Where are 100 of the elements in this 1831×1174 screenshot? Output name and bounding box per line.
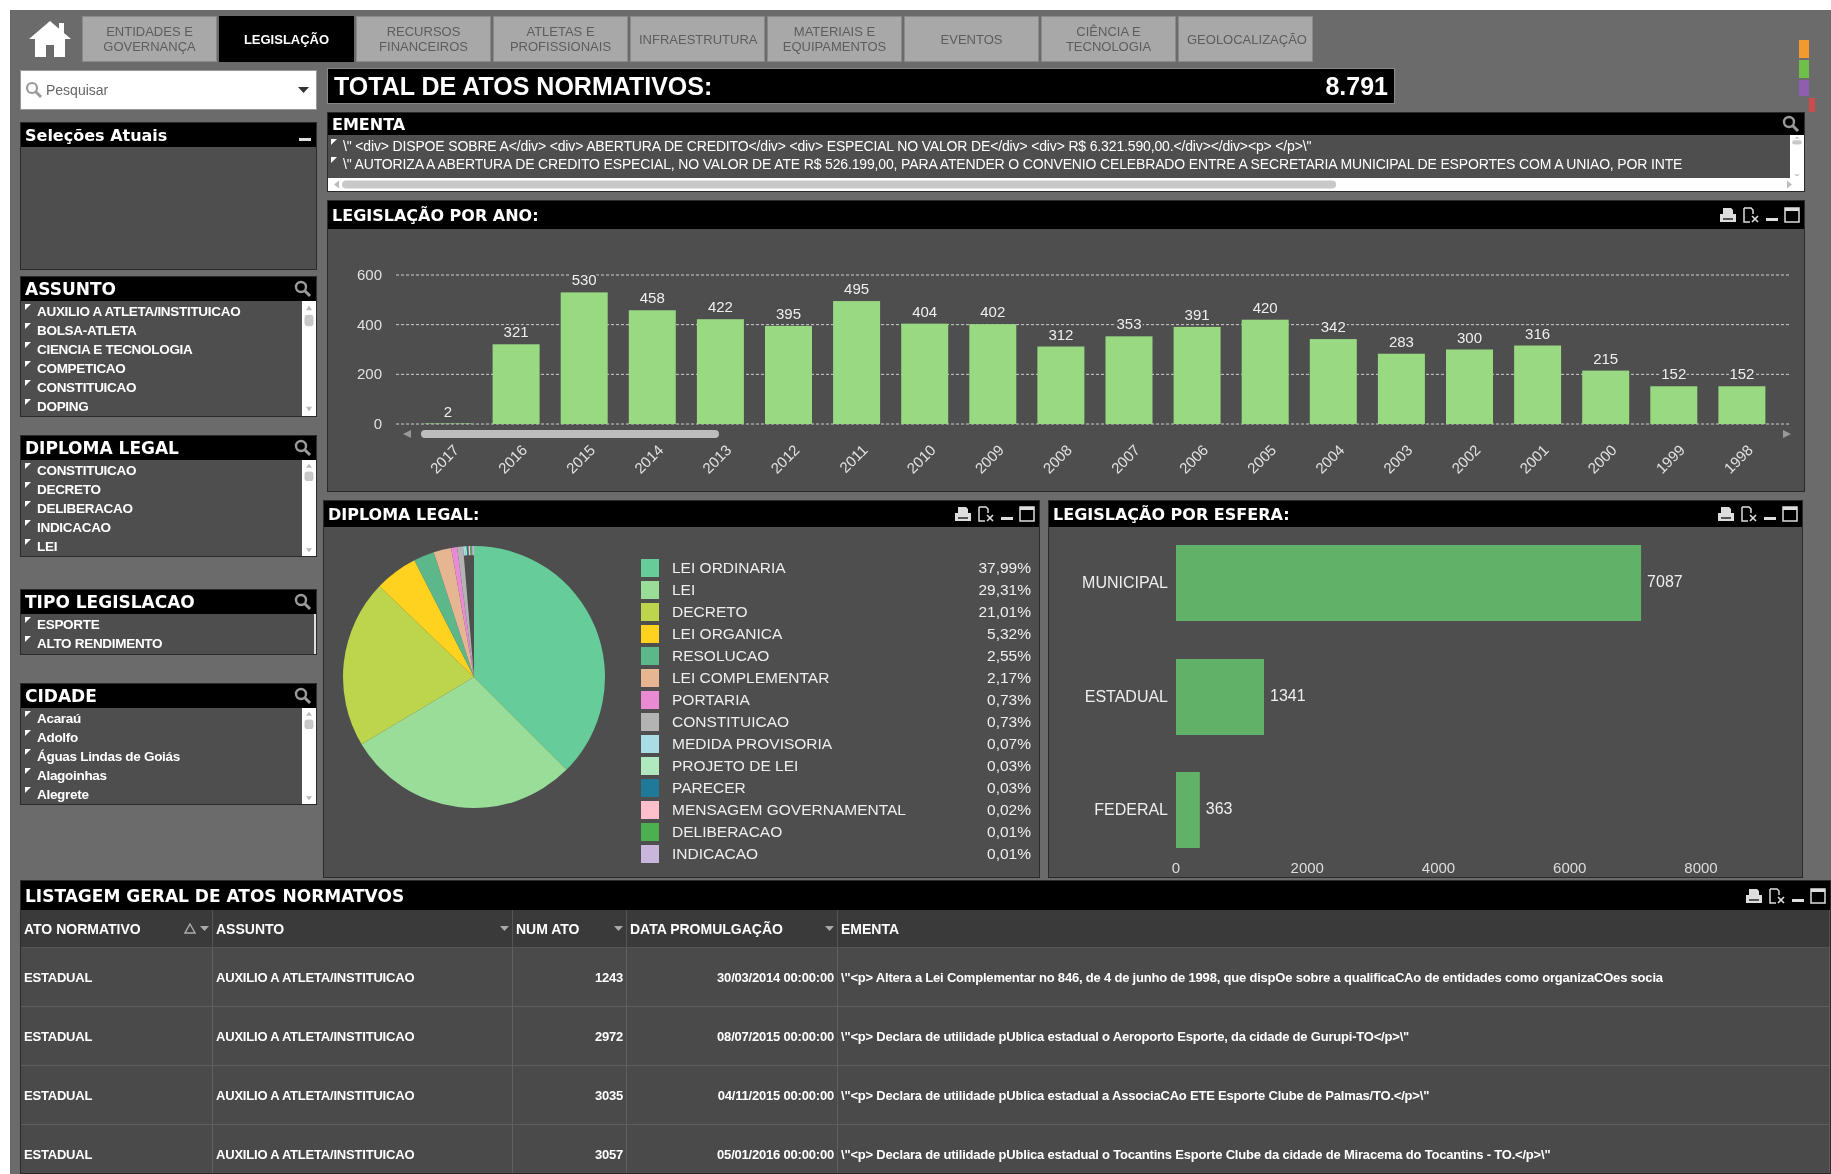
list-item[interactable]: DECRETO <box>37 480 101 499</box>
table-cell: AUXILIO A ATLETA/INSTITUICAO <box>213 1007 513 1066</box>
legend-value: 0,01% <box>987 823 1031 841</box>
legend-value: 29,31% <box>978 581 1031 599</box>
column-header[interactable]: ASSUNTO <box>213 910 513 948</box>
legend-label: LEI COMPLEMENTAR <box>672 669 831 687</box>
table-cell: ESTADUAL <box>21 1007 213 1066</box>
list-item[interactable]: AUXILIO A ATLETA/INSTITUICAO <box>37 302 241 321</box>
column-header[interactable]: NUM ATO <box>513 910 627 948</box>
bar-value: 495 <box>844 280 870 298</box>
list-item[interactable]: Acaraú <box>37 709 81 728</box>
axis-label: 600 <box>356 266 382 283</box>
bar-value: 404 <box>912 302 938 320</box>
list-item[interactable]: ESPORTE <box>37 615 100 634</box>
legend-label: DELIBERACAO <box>672 823 784 841</box>
axis-label: ESTADUAL <box>1084 688 1168 705</box>
search-field[interactable]: Pesquisar <box>20 70 317 110</box>
list-item[interactable]: LEI <box>37 537 58 556</box>
bar-value: 353 <box>1116 315 1142 333</box>
panel-title: EMENTA <box>332 114 407 134</box>
list-item[interactable]: Alegrete <box>37 785 89 804</box>
bar-value: 395 <box>776 304 801 322</box>
list-item[interactable]: INDICACAO <box>37 518 111 537</box>
table-cell: 30/03/2014 00:00:00 <box>627 948 838 1007</box>
bar-value: 283 <box>1388 332 1414 350</box>
column-header[interactable]: DATA PROMULGAÇÃO <box>627 910 838 948</box>
bar-value: 2 <box>443 402 453 420</box>
table-cell: 1243 <box>513 948 627 1007</box>
legend-label: LEI ORDINARIA <box>672 559 787 577</box>
axis-label: 4000 <box>1421 859 1456 876</box>
table-cell: ESTADUAL <box>21 948 213 1007</box>
bar-value: 7087 <box>1647 573 1683 590</box>
table-cell: 04/11/2015 00:00:00 <box>627 1066 838 1125</box>
list-item[interactable]: CIENCIA E TECNOLOGIA <box>37 340 193 359</box>
bar-value: 312 <box>1048 325 1074 343</box>
panel-title: ASSUNTO <box>25 279 117 299</box>
panel-title: Seleções Atuais <box>25 125 169 145</box>
legend-value: 0,03% <box>987 779 1031 797</box>
legend-value: 2,17% <box>987 669 1031 687</box>
bar-value: 316 <box>1525 324 1551 342</box>
legend-label: MEDIDA PROVISORIA <box>672 735 834 753</box>
axis-label: FEDERAL <box>1094 801 1168 818</box>
table-cell: \"<p> Altera a Lei Complementar no 846, de 4 de junho de 1998, que dispOe sobre a qualificaCAo de entidades como organizaCOes socia <box>838 948 1830 1007</box>
legend-value: 0,07% <box>987 735 1031 753</box>
bar-value: 321 <box>503 323 529 341</box>
bar-value: 402 <box>980 303 1006 321</box>
nav-tab[interactable]: LEGISLAÇÃO <box>219 16 354 62</box>
bar-value: 300 <box>1457 328 1482 346</box>
panel-title: LISTAGEM GERAL DE ATOS NORMATVOS <box>25 885 406 906</box>
bar-value: 420 <box>1252 298 1278 316</box>
axis-label: 8000 <box>1684 859 1718 876</box>
axis-label: 2000 <box>1290 859 1324 876</box>
table-cell: AUXILIO A ATLETA/INSTITUICAO <box>213 1125 513 1173</box>
table-cell: \"<p> Declara de utilidade pUblica estadual o Aeroporto Esporte, da cidade de Gurupi-TO</p>\" <box>838 1007 1830 1066</box>
list-item[interactable]: COMPETICAO <box>37 359 126 378</box>
table-cell: ESTADUAL <box>21 1125 213 1173</box>
table-cell: AUXILIO A ATLETA/INSTITUICAO <box>213 1066 513 1125</box>
table-cell: 2972 <box>513 1007 627 1066</box>
axis-label: 6000 <box>1553 859 1587 876</box>
list-item[interactable]: Alagoinhas <box>37 766 107 785</box>
list-item[interactable]: DELIBERACAO <box>37 499 133 518</box>
list-item[interactable]: CONSTITUICAO <box>37 378 137 397</box>
table-cell: 08/07/2015 00:00:00 <box>627 1007 838 1066</box>
legend-label: RESOLUCAO <box>672 647 771 665</box>
list-item[interactable]: BOLSA-ATLETA <box>37 321 137 340</box>
legend-value: 2,55% <box>987 647 1031 665</box>
bar-value: 530 <box>571 271 597 289</box>
table-cell: 3057 <box>513 1125 627 1173</box>
panel-title: LEGISLAÇÃO POR ANO: <box>332 205 540 225</box>
legend-label: LEI <box>672 581 697 599</box>
panel-title: CIDADE <box>25 686 98 706</box>
legend-value: 0,01% <box>987 845 1031 863</box>
column-header[interactable]: EMENTA <box>838 910 1830 948</box>
list-item[interactable]: DOPING <box>37 397 89 416</box>
bar-value: 152 <box>1661 365 1687 383</box>
list-item[interactable]: Adolfo <box>37 728 78 747</box>
table-cell: \"<p> Declara de utilidade pUblica estadual a AssociaCAo ETE Esporte Clube de Palmas/TO.</p>\" <box>838 1066 1830 1125</box>
total-value: 8.791 <box>1325 71 1388 101</box>
table-cell: AUXILIO A ATLETA/INSTITUICAO <box>213 948 513 1007</box>
list-item[interactable]: Águas Lindas de Goiás <box>37 747 180 766</box>
bar-value: 458 <box>639 289 665 307</box>
panel-title: DIPLOMA LEGAL <box>25 438 180 458</box>
legend-label: LEI ORGANICA <box>672 625 784 643</box>
legend-label: INDICACAO <box>672 845 760 863</box>
legend-label: PORTARIA <box>672 691 751 709</box>
bar-value: 391 <box>1184 305 1210 323</box>
axis-label: 200 <box>356 365 382 383</box>
axis-label: 0 <box>1171 859 1181 876</box>
legend-label: PROJETO DE LEI <box>672 757 800 775</box>
legend-value: 0,73% <box>987 713 1031 731</box>
list-item[interactable]: \" AUTORIZA A ABERTURA DE CREDITO ESPECIAL, NO VALOR DE ATE R$ 526.199,00, PARA ATENDER O CONVENIO CELEBRADO ENTRE A SECRETARIA MUNICIPAL DE ESPORTES COM A UNIAO, POR INTE <box>343 155 1683 173</box>
list-item[interactable]: \" <div> DISPOE SOBRE A</div> <div> ABERTURA DE CREDITO</div> <div> ESPECIAL NO VALOR DE</div> <div> R$ 6.321.590,00.</div></div><p> </p>\" <box>343 137 1312 155</box>
column-header[interactable]: ATO NORMATIVO <box>21 910 213 948</box>
axis-label: 400 <box>356 315 382 333</box>
legend-value: 37,99% <box>978 559 1031 577</box>
panel-title: DIPLOMA LEGAL: <box>328 504 481 524</box>
list-item[interactable]: CONSTITUICAO <box>37 461 137 480</box>
legend-value: 0,02% <box>987 801 1031 819</box>
list-item[interactable]: ALTO RENDIMENTO <box>37 634 163 653</box>
legend-value: 0,73% <box>987 691 1031 709</box>
